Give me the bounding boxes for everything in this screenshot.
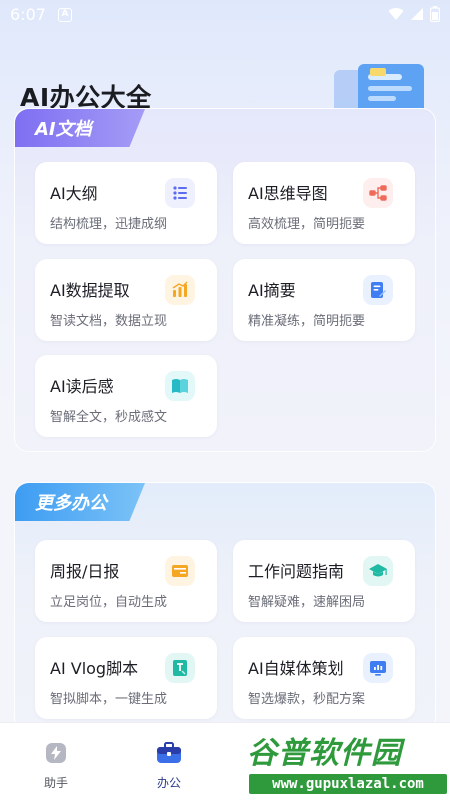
- nav-item-assistant[interactable]: 助手: [21, 741, 91, 791]
- bar-chart-icon: [165, 275, 195, 305]
- card-ai-media-planning[interactable]: AI自媒体策划 智选爆款，秒配方案: [233, 637, 415, 719]
- graduation-cap-icon: [363, 556, 393, 586]
- notification-icon: A: [58, 8, 72, 22]
- card-subtitle: 立足岗位，自动生成: [50, 595, 168, 610]
- nav-label: 办公: [156, 776, 181, 790]
- battery-icon: [430, 6, 440, 22]
- card-ai-data-extract[interactable]: AI数据提取 智读文档，数据立现: [35, 259, 217, 341]
- briefcase-icon: [157, 742, 181, 763]
- mindmap-icon: [363, 178, 393, 208]
- card-title: AI自媒体策划: [248, 659, 344, 678]
- card-ai-vlog-script[interactable]: AI Vlog脚本 智拟脚本，一键生成: [35, 637, 217, 719]
- card-subtitle: 智拟脚本，一键生成: [50, 692, 168, 707]
- card-ai-summary[interactable]: AI摘要 精准凝练，简明扼要: [233, 259, 415, 341]
- report-icon: [165, 556, 195, 586]
- card-title: AI大纲: [50, 184, 98, 203]
- card-ai-outline[interactable]: AI大纲 结构梳理，迅捷成纲: [35, 162, 217, 244]
- status-bar: 6:07 A: [0, 0, 450, 32]
- section-tab-ai-doc: AI文档: [15, 109, 145, 147]
- status-indicators: [388, 6, 440, 22]
- card-subtitle: 结构梳理，迅捷成纲: [50, 217, 168, 232]
- presentation-icon: [363, 653, 393, 683]
- card-subtitle: 智选爆款，秒配方案: [248, 692, 366, 707]
- doc-edit-icon: [363, 275, 393, 305]
- card-subtitle: 智解全文，秒成感文: [50, 410, 168, 425]
- card-weekly-daily-report[interactable]: 周报/日报 立足岗位，自动生成: [35, 540, 217, 622]
- card-title: AI数据提取: [50, 281, 130, 300]
- section-tab-more-office: 更多办公: [15, 483, 145, 521]
- status-time: 6:07: [10, 5, 46, 24]
- card-title: AI摘要: [248, 281, 296, 300]
- card-subtitle: 智读文档，数据立现: [50, 314, 168, 329]
- card-subtitle: 智解疑难，速解困局: [248, 595, 366, 610]
- card-title: AI读后感: [50, 377, 114, 396]
- card-title: 工作问题指南: [248, 562, 345, 581]
- card-ai-mindmap[interactable]: AI思维导图 高效梳理，简明扼要: [233, 162, 415, 244]
- watermark-logo: 谷普软件园 www.gupuxlazal.com: [247, 728, 447, 798]
- book-icon: [165, 371, 195, 401]
- card-ai-reading-reflection[interactable]: AI读后感 智解全文，秒成感文: [35, 355, 217, 437]
- script-icon: [165, 653, 195, 683]
- signal-icon: [411, 8, 423, 20]
- watermark-title: 谷普软件园: [247, 736, 402, 771]
- nav-item-office[interactable]: 办公: [134, 741, 204, 791]
- card-subtitle: 精准凝练，简明扼要: [248, 314, 366, 329]
- lightning-icon: [46, 743, 66, 763]
- watermark-url: www.gupuxlazal.com: [249, 774, 447, 794]
- card-title: AI思维导图: [248, 184, 328, 203]
- card-work-problem-guide[interactable]: 工作问题指南 智解疑难，速解困局: [233, 540, 415, 622]
- nav-label: 助手: [43, 776, 68, 790]
- card-subtitle: 高效梳理，简明扼要: [248, 217, 366, 232]
- wifi-icon: [388, 8, 404, 20]
- list-icon: [165, 178, 195, 208]
- card-title: 周报/日报: [50, 562, 120, 581]
- card-title: AI Vlog脚本: [50, 659, 139, 678]
